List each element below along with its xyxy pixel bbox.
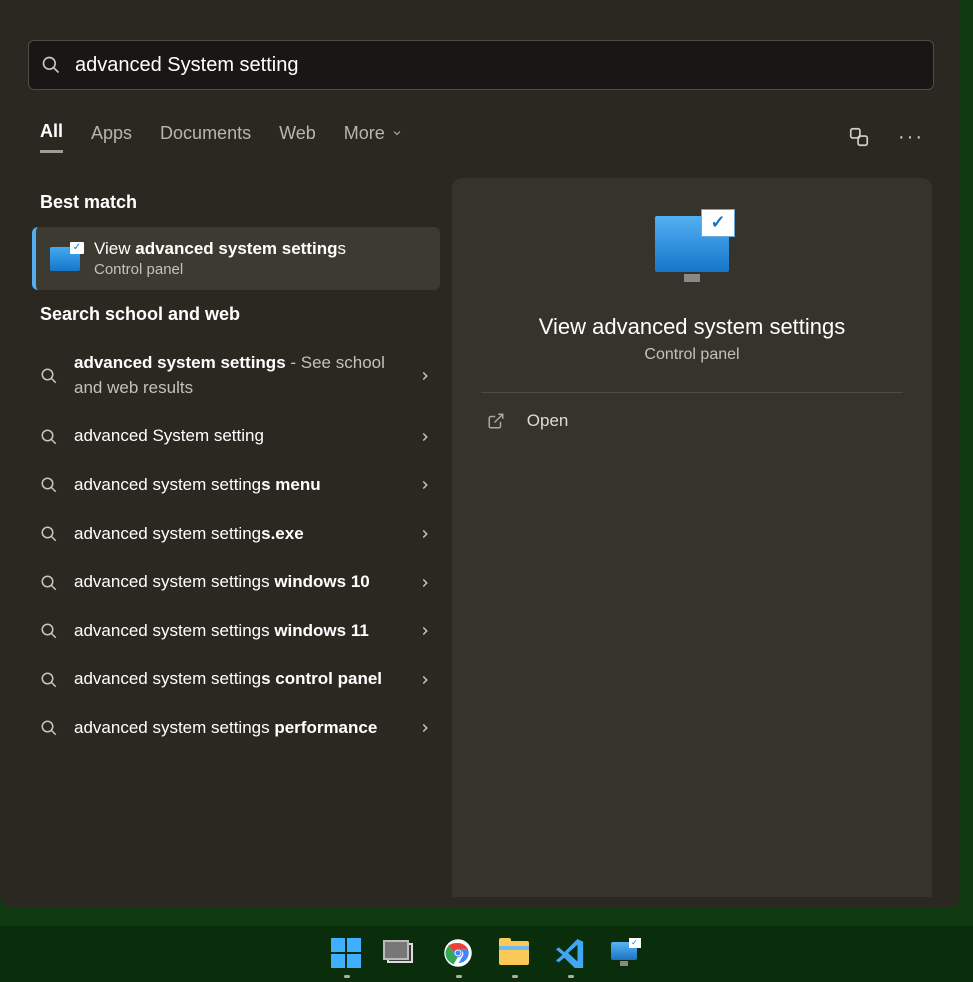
search-icon — [40, 574, 58, 592]
search-icon — [40, 622, 58, 640]
web-result[interactable]: advanced system settings windows 11 — [32, 607, 440, 656]
taskview-icon — [387, 943, 413, 963]
control-panel-icon — [50, 247, 80, 271]
taskview-button[interactable] — [387, 938, 419, 970]
search-icon — [40, 367, 58, 385]
more-options-button[interactable]: ··· — [892, 120, 930, 155]
search-web-header: Search school and web — [40, 304, 440, 325]
open-label: Open — [527, 411, 569, 431]
chrome-button[interactable] — [443, 938, 475, 970]
web-result-text: advanced system settings menu — [74, 473, 402, 498]
tab-all[interactable]: All — [40, 121, 63, 153]
web-result-text: advanced system settings - See school an… — [74, 351, 402, 400]
web-result-text: advanced system settings performance — [74, 716, 402, 741]
chevron-right-icon — [418, 673, 432, 687]
preview-title: View advanced system settings — [539, 314, 846, 340]
vscode-icon — [555, 938, 585, 968]
windows-logo-icon — [331, 938, 361, 968]
chevron-right-icon — [418, 721, 432, 735]
web-result[interactable]: advanced system settings - See school an… — [32, 339, 440, 412]
filter-tabs: All Apps Documents Web More ··· — [40, 116, 930, 158]
search-input[interactable] — [75, 54, 921, 77]
tab-web[interactable]: Web — [279, 123, 316, 152]
chevron-down-icon — [391, 127, 403, 139]
best-match-subtitle: Control panel — [94, 261, 346, 278]
search-icon — [40, 671, 58, 689]
search-icon — [40, 719, 58, 737]
chevron-right-icon — [418, 624, 432, 638]
best-match-result[interactable]: View advanced system settings Control pa… — [32, 227, 440, 290]
web-result[interactable]: advanced system settings windows 10 — [32, 558, 440, 607]
open-icon — [487, 412, 505, 430]
search-icon — [40, 428, 58, 446]
web-result-text: advanced system settings windows 11 — [74, 619, 402, 644]
tab-documents[interactable]: Documents — [160, 123, 251, 152]
web-result[interactable]: advanced System setting — [32, 412, 440, 461]
chevron-right-icon — [418, 369, 432, 383]
vscode-button[interactable] — [555, 938, 587, 970]
web-result[interactable]: advanced system settings performance — [32, 704, 440, 753]
chevron-right-icon — [418, 527, 432, 541]
best-match-header: Best match — [40, 192, 440, 213]
results-list: Best match View advanced system settings… — [32, 178, 440, 897]
search-icon — [41, 55, 61, 75]
monitor-icon: ✓ — [611, 942, 637, 960]
preview-subtitle: Control panel — [644, 346, 739, 364]
web-result[interactable]: advanced system settings.exe — [32, 510, 440, 559]
web-result[interactable]: advanced system settings control panel — [32, 655, 440, 704]
tab-more[interactable]: More — [344, 123, 403, 152]
chevron-right-icon — [418, 576, 432, 590]
preview-pane: View advanced system settings Control pa… — [452, 178, 932, 897]
taskbar: ✓ — [0, 926, 973, 982]
search-icon — [40, 525, 58, 543]
chrome-icon — [443, 938, 473, 968]
web-result[interactable]: advanced system settings menu — [32, 461, 440, 510]
search-icon — [40, 476, 58, 494]
file-explorer-button[interactable] — [499, 938, 531, 970]
web-result-text: advanced system settings windows 10 — [74, 570, 402, 595]
control-panel-icon — [655, 216, 729, 272]
best-match-title: View advanced system settings — [94, 239, 346, 259]
chevron-right-icon — [418, 478, 432, 492]
chevron-right-icon — [418, 430, 432, 444]
start-button[interactable] — [331, 938, 363, 970]
web-result-text: advanced system settings control panel — [74, 667, 402, 692]
account-switch-button[interactable] — [842, 120, 876, 154]
folder-icon — [499, 941, 529, 965]
tab-apps[interactable]: Apps — [91, 123, 132, 152]
search-bar[interactable] — [28, 40, 934, 90]
start-menu-panel: All Apps Documents Web More ··· Best mat… — [0, 0, 960, 907]
web-result-text: advanced System setting — [74, 424, 402, 449]
web-result-text: advanced system settings.exe — [74, 522, 402, 547]
open-action[interactable]: Open — [481, 393, 903, 449]
app-button[interactable]: ✓ — [611, 938, 643, 970]
